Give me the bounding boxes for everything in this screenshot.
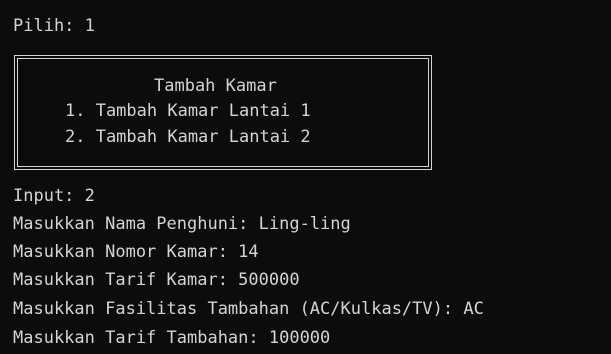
- output-line: Masukkan Tarif Tambahan: 100000: [13, 328, 331, 348]
- prompt-line: Pilih: 1: [13, 16, 95, 36]
- output-line: Masukkan Nomor Kamar: 14: [13, 242, 259, 262]
- output-line: Masukkan Fasilitas Tambahan (AC/Kulkas/T…: [13, 299, 484, 319]
- output-line: Masukkan Tarif Kamar: 500000: [13, 270, 300, 290]
- menu-option-1: 1. Tambah Kamar Lantai 1: [65, 101, 311, 121]
- output-line: Input: 2: [13, 186, 95, 206]
- menu-option-2: 2. Tambah Kamar Lantai 2: [65, 127, 311, 147]
- menu-title: Tambah Kamar: [154, 76, 277, 96]
- output-line: Masukkan Nama Penghuni: Ling-ling: [13, 214, 351, 234]
- menu-box: Tambah Kamar 1. Tambah Kamar Lantai 1 2.…: [14, 55, 432, 170]
- terminal-window[interactable]: Pilih: 1 Tambah Kamar 1. Tambah Kamar La…: [0, 0, 611, 354]
